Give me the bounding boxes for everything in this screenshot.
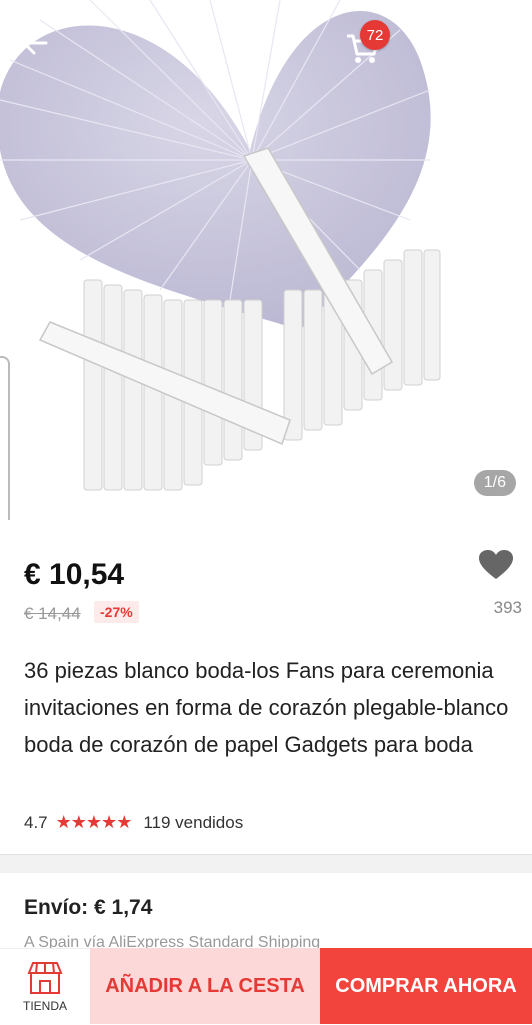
wishlist-count: 393 <box>493 598 522 617</box>
share-button[interactable] <box>416 28 460 72</box>
heart-icon <box>479 550 513 579</box>
product-image-gallery[interactable]: 72 1/6 <box>0 0 532 520</box>
more-options-button[interactable] <box>490 28 532 72</box>
add-to-cart-button[interactable]: AÑADIR A LA CESTA <box>90 948 320 1024</box>
discount-badge: -27% <box>94 601 139 623</box>
store-button[interactable]: TIENDA <box>0 948 90 1025</box>
buy-now-button[interactable]: COMPRAR AHORA <box>320 948 532 1024</box>
store-icon <box>27 962 63 994</box>
sold-count: 119 vendidos <box>143 812 244 832</box>
rating-stars-icon: ★★★★★ <box>55 812 133 832</box>
rating-row[interactable]: 4.7 ★★★★★ 119 vendidos <box>24 812 243 833</box>
shipping-cost[interactable]: Envío: € 1,74 <box>24 896 152 920</box>
back-button[interactable] <box>20 28 64 72</box>
top-toolbar: 72 <box>0 0 532 104</box>
more-vertical-icon <box>492 29 498 55</box>
current-price: € 10,54 <box>24 558 125 591</box>
cart-count-badge: 72 <box>360 20 390 50</box>
arrow-left-icon <box>22 31 48 55</box>
bottom-action-bar: TIENDA AÑADIR A LA CESTA COMPRAR AHORA <box>0 948 532 1025</box>
share-icon <box>419 30 443 56</box>
original-price: € 14,44 <box>24 604 81 623</box>
store-label: TIENDA <box>22 999 67 1013</box>
image-counter: 1/6 <box>473 470 516 496</box>
side-tab[interactable] <box>0 356 10 520</box>
wishlist-button[interactable] <box>478 550 514 585</box>
price-section: € 10,54 € 14,44 -27% 393 <box>0 520 532 640</box>
rating-value: 4.7 <box>24 812 48 832</box>
product-title: 36 piezas blanco boda-los Fans para cere… <box>24 658 509 757</box>
section-divider <box>0 854 532 873</box>
